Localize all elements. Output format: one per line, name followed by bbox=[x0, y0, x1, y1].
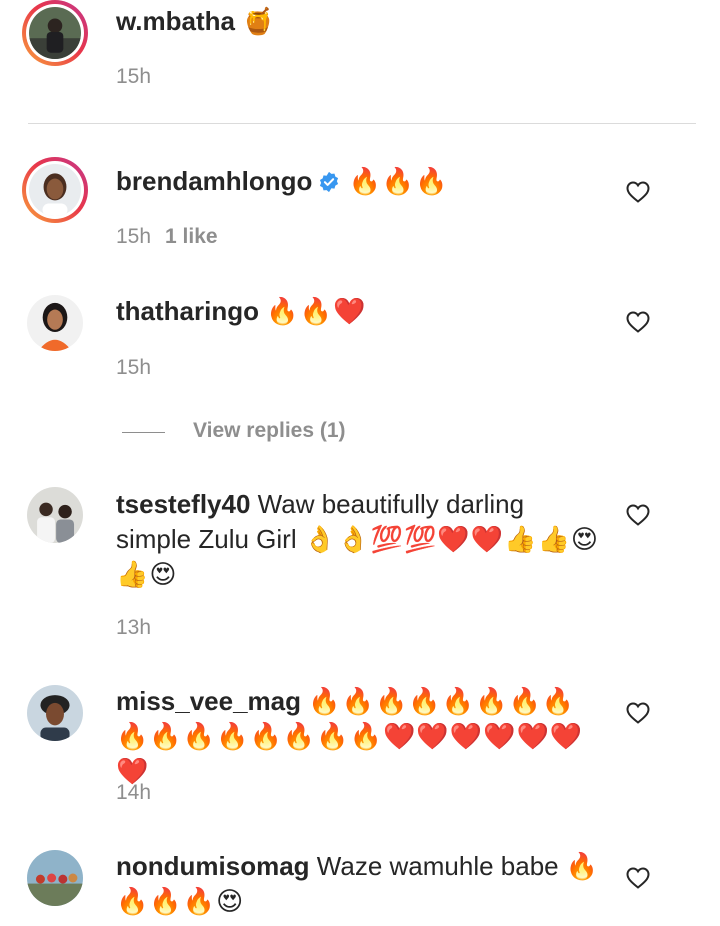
divider bbox=[28, 123, 696, 124]
heart-outline-icon[interactable] bbox=[626, 702, 650, 724]
verified-badge-icon bbox=[320, 171, 339, 193]
like-count[interactable]: 1 like bbox=[165, 225, 218, 248]
heart-outline-icon[interactable] bbox=[626, 867, 650, 889]
timestamp: 14h bbox=[116, 781, 152, 804]
comment-text: thatharingo 🔥🔥❤️ bbox=[116, 294, 606, 329]
heart-outline-icon[interactable] bbox=[626, 504, 650, 526]
username[interactable]: nondumisomag bbox=[116, 851, 310, 881]
avatar[interactable] bbox=[27, 295, 83, 351]
replies-divider-line bbox=[122, 432, 165, 433]
avatar[interactable] bbox=[22, 0, 88, 66]
comment-text: miss_vee_mag 🔥🔥🔥🔥🔥🔥🔥🔥🔥🔥🔥🔥🔥🔥🔥🔥❤️❤️❤️❤️❤️❤… bbox=[116, 684, 606, 789]
username[interactable]: miss_vee_mag bbox=[116, 686, 301, 716]
timestamp: 15h bbox=[116, 356, 152, 379]
comment-meta: 15h bbox=[116, 65, 151, 89]
comment-emoji: 🔥🔥❤️ bbox=[266, 296, 367, 326]
comment-meta: 15h 1 like bbox=[116, 225, 218, 249]
avatar[interactable] bbox=[27, 685, 83, 741]
timestamp: 15h bbox=[116, 225, 152, 248]
comment-text: brendamhlongo 🔥🔥🔥 bbox=[116, 164, 606, 199]
comment-emoji: 🔥🔥🔥 bbox=[348, 166, 449, 196]
timestamp: 13h bbox=[116, 616, 152, 639]
comment-meta: 15h bbox=[116, 356, 151, 380]
view-replies-button[interactable]: View replies (1) bbox=[122, 417, 422, 447]
comment-meta: 14h bbox=[116, 781, 151, 805]
username[interactable]: tsestefly40 bbox=[116, 489, 250, 519]
comment-text: w.mbatha 🍯 bbox=[116, 4, 606, 39]
timestamp: 15h bbox=[116, 65, 152, 88]
avatar[interactable] bbox=[27, 487, 83, 543]
comment-emoji: 🍯 bbox=[242, 6, 276, 36]
heart-outline-icon[interactable] bbox=[626, 181, 650, 203]
comment-body: Waze wamuhle babe bbox=[316, 851, 559, 881]
avatar[interactable] bbox=[22, 157, 88, 223]
heart-outline-icon[interactable] bbox=[626, 311, 650, 333]
comment-meta: 13h bbox=[116, 616, 151, 640]
avatar[interactable] bbox=[27, 850, 83, 906]
comment-text: nondumisomag Waze wamuhle babe 🔥🔥🔥🔥😍 bbox=[116, 849, 606, 919]
username[interactable]: w.mbatha bbox=[116, 6, 235, 36]
username[interactable]: brendamhlongo bbox=[116, 166, 312, 196]
view-replies-label: View replies (1) bbox=[193, 419, 346, 442]
comment-text: tsestefly40 Waw beautifully darling simp… bbox=[116, 487, 606, 592]
username[interactable]: thatharingo bbox=[116, 296, 259, 326]
